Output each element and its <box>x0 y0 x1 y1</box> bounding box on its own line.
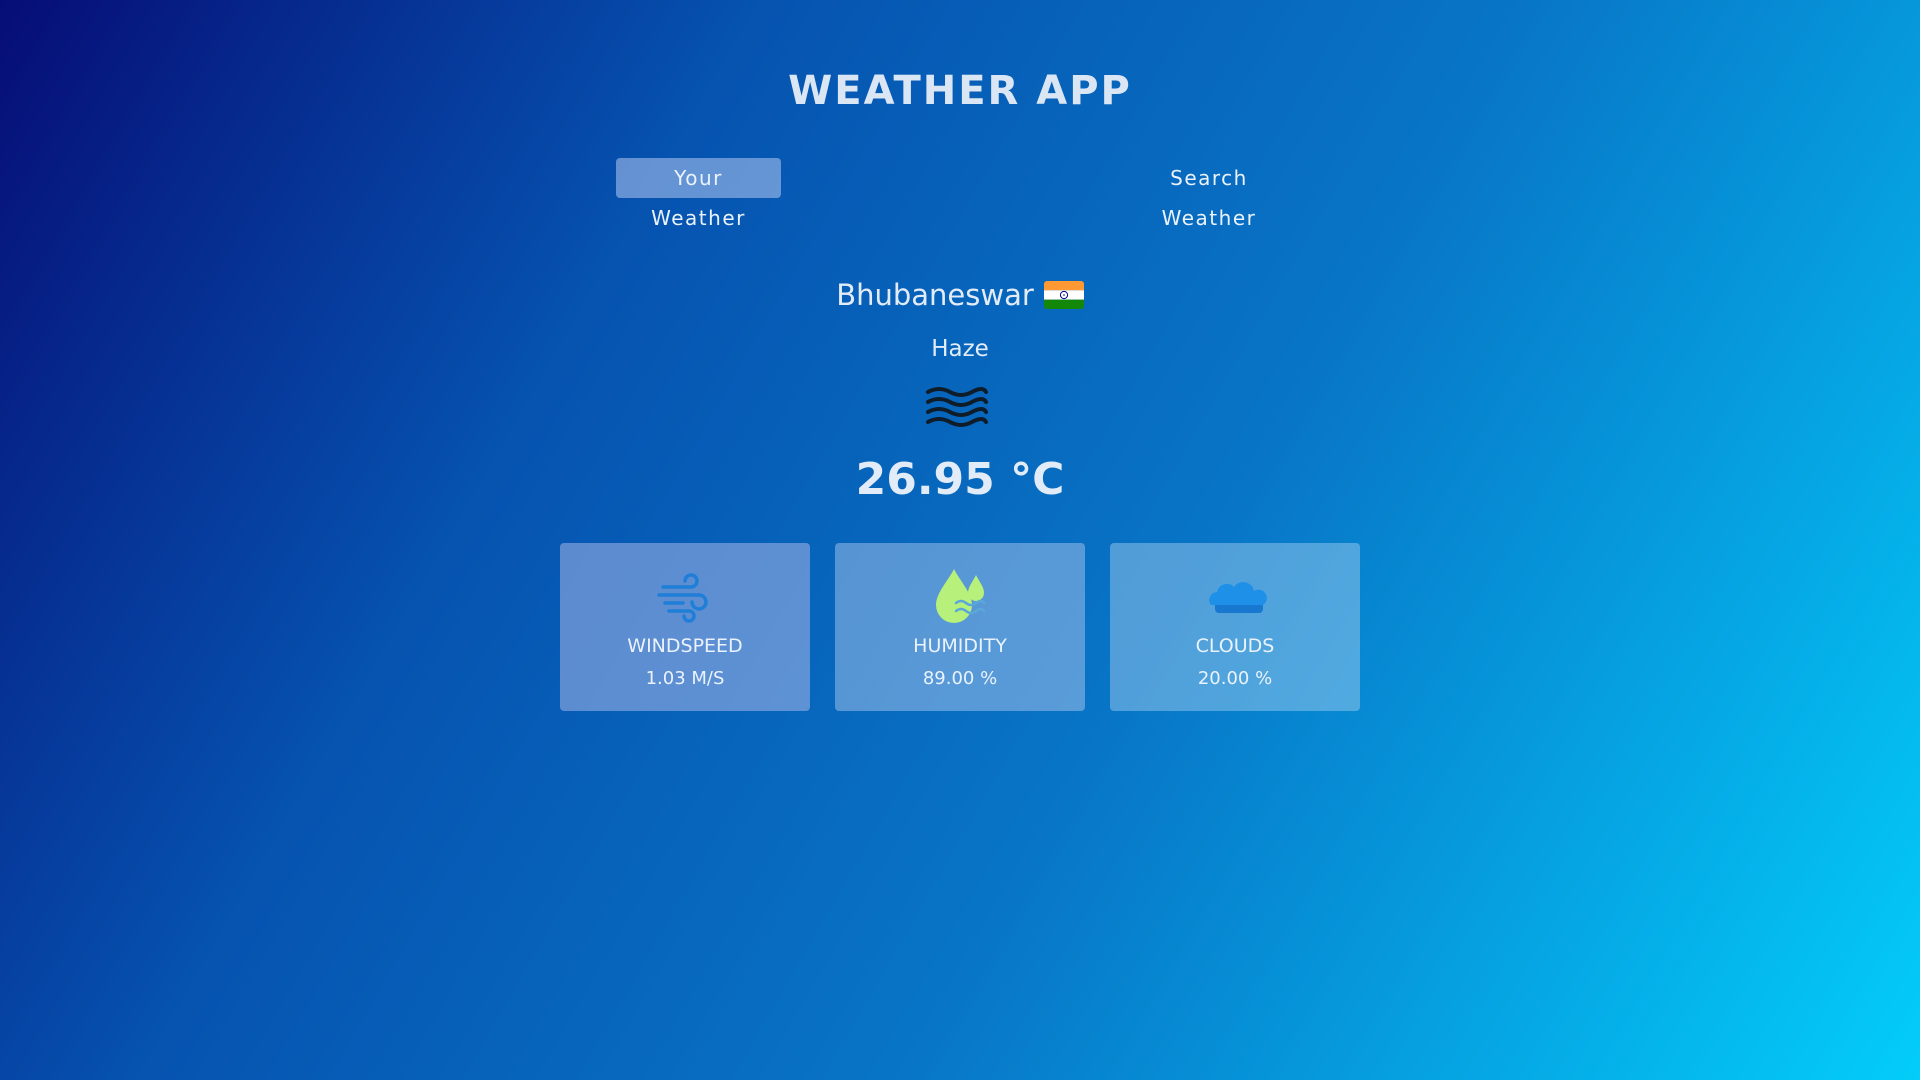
city-name: Bhubaneswar <box>836 278 1034 312</box>
humidity-label: HUMIDITY <box>913 635 1007 657</box>
windspeed-value: 1.03 M/S <box>645 668 725 689</box>
tab-your-weather[interactable]: Your Weather <box>616 158 781 230</box>
india-flag-icon <box>1043 281 1084 309</box>
clouds-label: CLOUDS <box>1195 635 1275 657</box>
clouds-card: CLOUDS 20.00 % <box>1110 543 1360 711</box>
clouds-value: 20.00 % <box>1197 668 1273 689</box>
windspeed-label: WINDSPEED <box>627 635 743 657</box>
temperature: 26.95 °C <box>855 454 1065 505</box>
windspeed-card: WINDSPEED 1.03 M/S <box>560 543 810 711</box>
tab-search-weather[interactable]: Search Weather <box>1114 158 1304 230</box>
city-heading: Bhubaneswar <box>0 278 1920 312</box>
tab-bar: Your Weather Search Weather <box>0 158 1920 230</box>
haze-icon <box>922 384 992 428</box>
cloud-icon <box>1205 565 1267 625</box>
app-title: WEATHER APP <box>788 68 1132 114</box>
wind-icon <box>655 565 715 625</box>
humidity-card: HUMIDITY 89.00 % <box>835 543 1085 711</box>
weather-condition: Haze <box>931 336 989 362</box>
humidity-icon <box>930 565 990 625</box>
humidity-value: 89.00 % <box>922 668 998 689</box>
